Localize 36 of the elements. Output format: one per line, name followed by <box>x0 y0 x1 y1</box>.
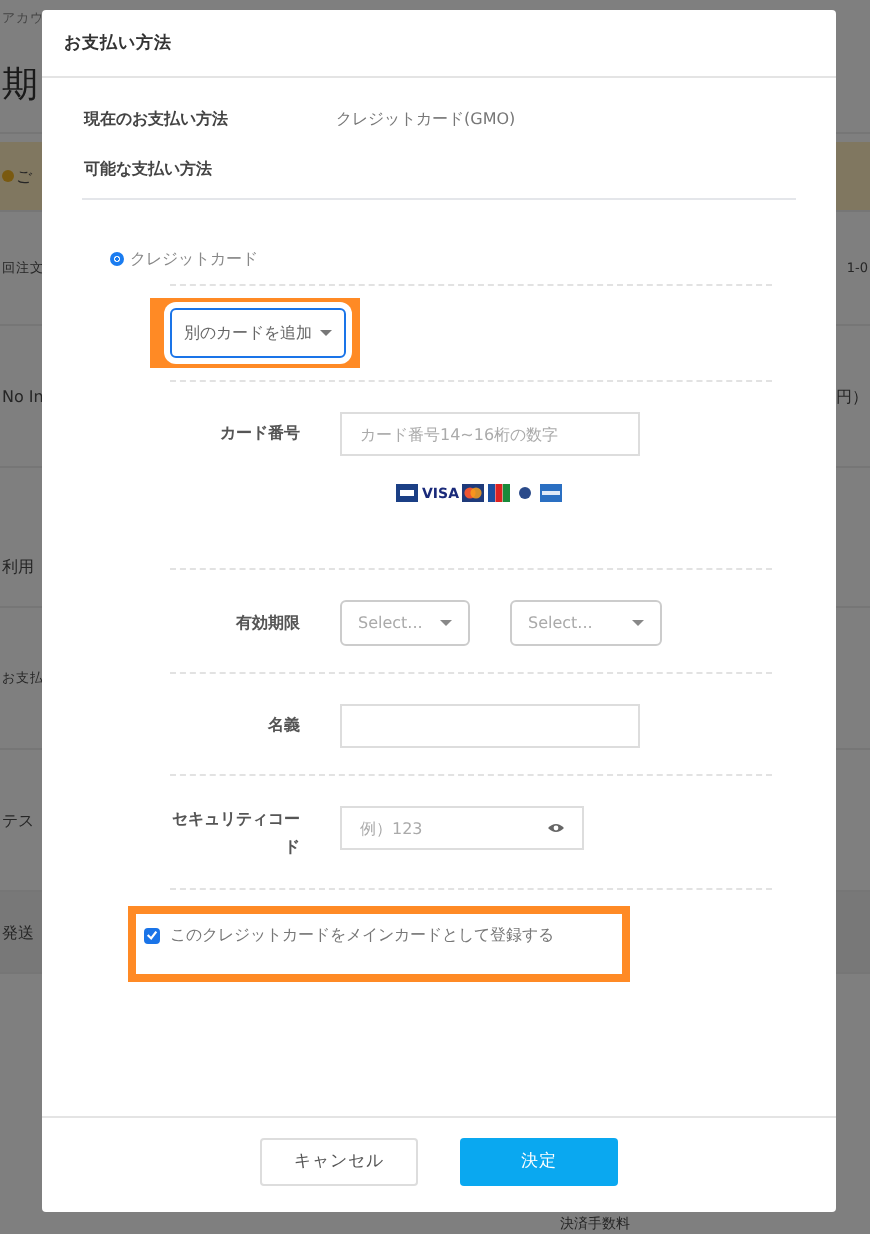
confirm-button[interactable]: 決定 <box>460 1138 618 1186</box>
caret-icon <box>440 619 452 627</box>
input-field[interactable]: カード番号14~16桁の数字 <box>340 412 640 456</box>
section-heading: 可能な支払い方法 <box>84 158 212 180</box>
select-field[interactable]: Select... <box>340 600 470 646</box>
dialog-title: お支払い方法 <box>64 31 172 55</box>
info-icon <box>2 170 14 182</box>
cancel-button[interactable]: キャンセル <box>260 1138 418 1186</box>
field-label: 有効期限 <box>234 611 300 635</box>
caret-icon <box>320 329 332 337</box>
select-field[interactable]: Select... <box>510 600 662 646</box>
page-text: 期 <box>0 62 38 108</box>
eye-icon <box>548 822 564 834</box>
field-label: カード番号 <box>218 422 300 446</box>
card-logo-icon <box>462 484 485 502</box>
caret-icon <box>632 619 644 627</box>
card-logo-icon <box>488 484 511 502</box>
current-method-value: クレジットカード(GMO) <box>336 107 516 129</box>
page-text: 利用 <box>0 556 34 578</box>
card-logo-icon <box>396 484 418 502</box>
card-dropdown[interactable]: 別のカードを追加 <box>170 308 346 358</box>
input-field[interactable]: 例）123 <box>340 806 584 850</box>
radio-option[interactable]: クレジットカード <box>110 248 258 270</box>
card-logo-icon <box>540 484 563 502</box>
page-text: 発送 <box>0 921 34 943</box>
field-label: 名義 <box>266 714 300 738</box>
page-text: 円） <box>836 385 870 407</box>
page-text: テス <box>0 809 34 831</box>
card-logo-icon <box>514 484 537 502</box>
main-card-checkbox[interactable]: このクレジットカードをメインカードとして登録する <box>144 924 614 946</box>
current-method-label: 現在のお支払い方法 <box>84 107 230 129</box>
check-icon <box>146 928 158 942</box>
field-label: セキュリティコード <box>170 808 300 860</box>
page-text: ご <box>0 165 32 187</box>
input-field[interactable] <box>340 704 640 748</box>
page-text: No In <box>0 387 44 405</box>
